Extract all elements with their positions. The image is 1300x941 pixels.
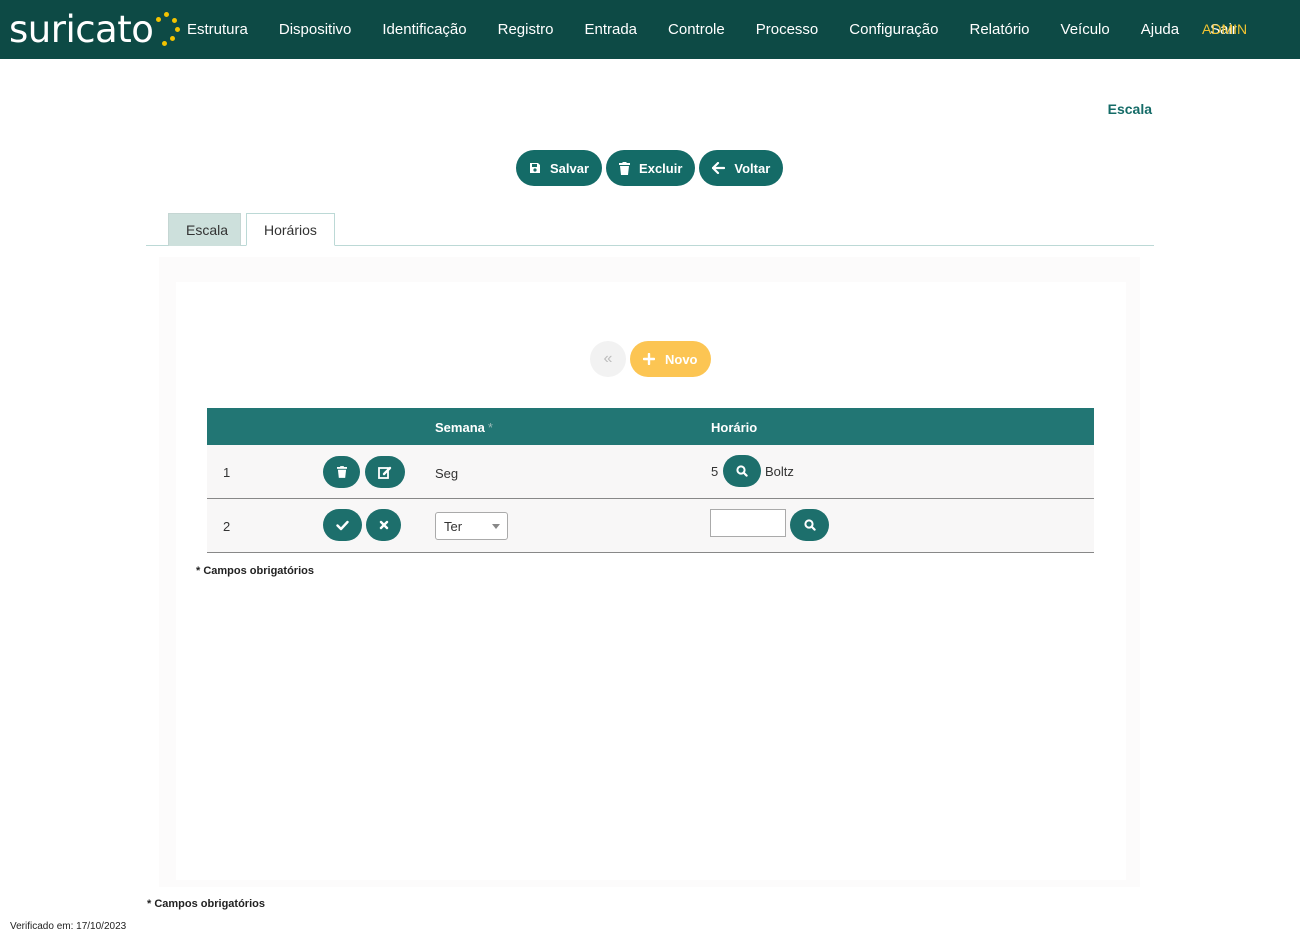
tab-escala-label: Escala — [186, 222, 229, 238]
table-row: 1 Seg 5 Boltz — [207, 445, 1094, 499]
page-title: Escala — [1107, 101, 1152, 117]
row-cancel-button[interactable] — [366, 509, 401, 541]
verified-date: Verificado em: 17/10/2023 — [10, 921, 127, 932]
save-button-label: Salvar — [550, 160, 590, 176]
action-toolbar: Salvar Excluir Voltar — [516, 150, 784, 186]
table-row-editing: 2 Ter — [207, 499, 1094, 553]
menu-processo[interactable]: Processo — [756, 21, 819, 38]
menu-ajuda[interactable]: Ajuda — [1141, 21, 1179, 38]
row-edit-button[interactable] — [365, 456, 405, 488]
horario-search-button[interactable] — [790, 509, 829, 541]
tab-horarios[interactable]: Horários — [246, 213, 335, 246]
grid-header: Semana * Horário — [207, 408, 1094, 445]
tab-escala[interactable]: Escala — [168, 213, 241, 246]
menu-veiculo[interactable]: Veículo — [1061, 21, 1110, 38]
row-number: 1 — [223, 465, 231, 480]
logo-text: suricato — [9, 7, 154, 51]
tab-bar: Escala Horários — [146, 213, 1154, 246]
delete-button-label: Excluir — [639, 160, 683, 176]
delete-button[interactable]: Excluir — [606, 150, 696, 186]
menu-registro[interactable]: Registro — [498, 21, 554, 38]
menu-estrutura[interactable]: Estrutura — [187, 21, 248, 38]
semana-select[interactable]: Ter — [435, 512, 508, 540]
trash-icon — [336, 466, 347, 478]
row-horario-search-button[interactable] — [723, 455, 761, 487]
column-header-horario[interactable]: Horário — [711, 420, 757, 435]
required-mark: * — [487, 420, 493, 435]
back-button[interactable]: Voltar — [699, 150, 784, 186]
menu-relatorio[interactable]: Relatório — [970, 21, 1030, 38]
logo-dots-icon — [154, 9, 182, 49]
required-fields-note-footer: * Campos obrigatórios — [147, 898, 265, 910]
new-button-label: Novo — [665, 351, 698, 367]
first-page-button[interactable]: « — [590, 341, 626, 377]
menu-controle[interactable]: Controle — [668, 21, 725, 38]
double-chevron-left-icon: « — [603, 350, 613, 367]
required-fields-note: * Campos obrigatórios — [196, 565, 314, 577]
plus-icon — [643, 353, 655, 365]
semana-select-value: Ter — [444, 519, 463, 534]
horarios-grid: Semana * Horário 1 Seg 5 Boltz 2 Ter — [207, 408, 1094, 553]
save-button[interactable]: Salvar — [516, 150, 603, 186]
horario-input[interactable] — [710, 509, 786, 537]
arrow-left-icon — [712, 162, 726, 174]
new-button[interactable]: Novo — [630, 341, 711, 377]
save-icon — [530, 163, 540, 173]
search-icon — [736, 465, 748, 477]
logo[interactable]: suricato — [9, 6, 182, 52]
column-header-semana[interactable]: Semana * — [435, 420, 493, 435]
admin-user-label[interactable]: ADMIN — [1202, 21, 1247, 37]
row-semana-value: Seg — [435, 466, 459, 481]
menu-configuracao[interactable]: Configuração — [849, 21, 938, 38]
grid-pager: « Novo — [590, 341, 711, 377]
back-button-label: Voltar — [734, 160, 771, 176]
column-header-semana-label: Semana — [435, 420, 485, 435]
row-horario-code: 5 — [711, 464, 719, 479]
search-icon — [803, 519, 816, 531]
menu-entrada[interactable]: Entrada — [584, 21, 637, 38]
trash-icon — [619, 161, 631, 175]
check-icon — [336, 520, 349, 530]
row-delete-button[interactable] — [323, 456, 360, 488]
chevron-down-icon — [492, 524, 500, 529]
row-horario-description: Boltz — [765, 464, 794, 479]
tab-horarios-label: Horários — [264, 221, 317, 238]
top-navbar: suricato Estrutura Dispositivo Identific… — [0, 0, 1300, 59]
menu-dispositivo[interactable]: Dispositivo — [279, 21, 352, 38]
edit-icon — [378, 466, 392, 479]
row-confirm-button[interactable] — [323, 509, 362, 541]
menu-identificacao[interactable]: Identificação — [382, 21, 466, 38]
main-menu: Estrutura Dispositivo Identificação Regi… — [187, 0, 1268, 59]
close-icon — [379, 520, 388, 530]
row-number: 2 — [223, 519, 231, 534]
